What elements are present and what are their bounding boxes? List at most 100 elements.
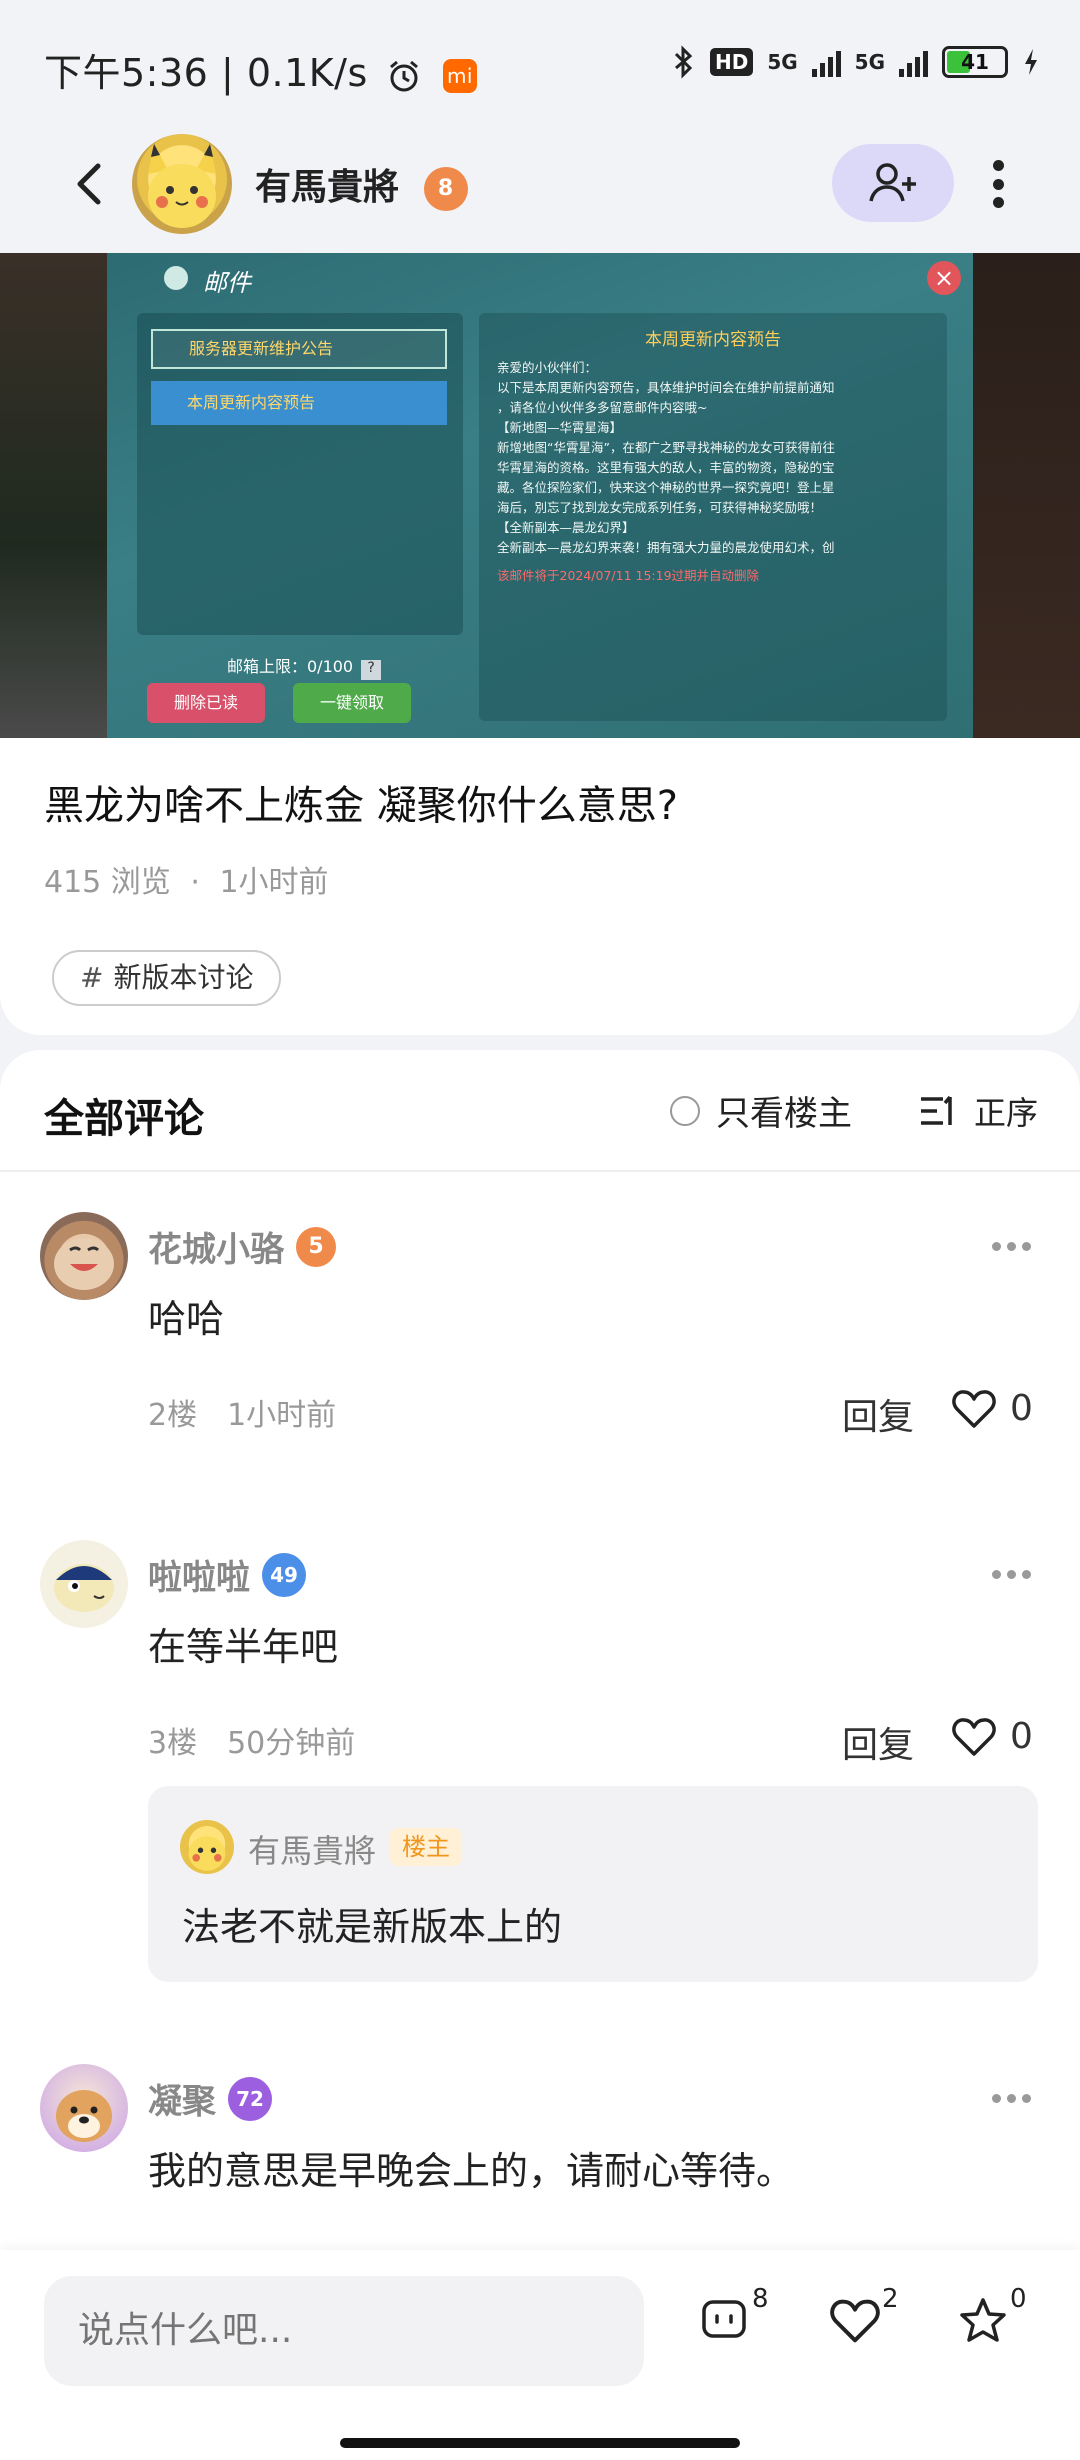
comment-input[interactable] <box>44 2276 644 2386</box>
sort-button[interactable]: 正序 <box>918 1088 1038 1134</box>
comment-time: 50分钟前 <box>227 1726 356 1761</box>
comments-header: 全部评论 只看楼主 正序 <box>0 1050 1080 1172</box>
comment-text: 哈哈 <box>148 1297 225 1341</box>
comment-item: 凝聚 72 我的意思是早晚会上的，请耐心等待。 <box>0 2064 1080 2264</box>
chevron-left-icon <box>77 163 101 205</box>
level-badge: 5 <box>296 1226 336 1267</box>
mail-content-line: 以下是本周更新内容预告，具体维护时间会在维护前提前通知 <box>497 380 835 395</box>
mail-list: 服务器更新维护公告 本周更新内容预告 <box>137 313 463 635</box>
dot-icon <box>992 160 1004 171</box>
dot-icon <box>992 178 1004 190</box>
commenter-name-row[interactable]: 凝聚 72 <box>148 2074 272 2123</box>
mail-content-line: 海后，別忘了找到龙女完成系列任务，可获得神秘奖励哦！ <box>497 500 823 515</box>
mail-content-line: 【全新副本—晨龙幻界】 <box>497 520 635 535</box>
mail-window-icon <box>164 266 188 290</box>
dog-avatar-image <box>56 2090 112 2142</box>
reply-button[interactable]: 回复 <box>842 1716 914 1768</box>
host-badge: 楼主 <box>390 1828 462 1866</box>
comment-more-button[interactable] <box>992 1242 1031 1251</box>
author-name-row[interactable]: 有馬貴將 8 <box>255 158 468 211</box>
comment-text: 我的意思是早晚会上的，请耐心等待。 <box>148 2149 795 2193</box>
post-meta: 415 浏览 · 1小时前 <box>44 865 329 900</box>
hash-icon: # <box>80 961 104 994</box>
status-bar: 下午5:36 | 0.1K/s mi HD 5G 5G 41 <box>0 0 1080 130</box>
sort-icon <box>921 1095 952 1125</box>
mail-content-body: 亲爱的小伙伴们： 以下是本周更新内容预告，具体维护时间会在维护前提前通知 ，请各位小… <box>479 350 947 566</box>
post-image[interactable]: 邮件 × 服务器更新维护公告 本周更新内容预告 邮箱上限：0/100? 删除已读… <box>0 253 1080 738</box>
mail-content-title: 本周更新内容预告 <box>645 330 781 350</box>
sub-reply-avatar <box>180 1820 234 1874</box>
heart-icon <box>952 1389 996 1428</box>
net-speed: 0.1K/s <box>246 51 368 95</box>
comment-count: 8 <box>752 2284 769 2314</box>
topic-tag[interactable]: # 新版本讨论 <box>52 950 282 1006</box>
mail-expire-note: 该邮件将于2024/07/11 15:19过期并自动删除 <box>497 568 760 583</box>
commenter-name: 凝聚 <box>148 2082 216 2122</box>
comments-section: 全部评论 只看楼主 正序 花城小骆 5 哈哈 2楼 1小时前 回复 0 啦啦啦 … <box>0 1050 1080 2460</box>
post-time: 1小时前 <box>219 865 329 900</box>
comment-more-button[interactable] <box>992 1570 1031 1579</box>
like-post-button[interactable]: 2 <box>830 2284 910 2366</box>
like-count: 0 <box>1010 1716 1033 1757</box>
comment-meta: 3楼 50分钟前 <box>148 1718 355 1762</box>
commenter-name-row[interactable]: 啦啦啦 49 <box>148 1550 306 1599</box>
pufferfish-avatar-image <box>54 1564 114 1612</box>
favorite-button[interactable]: 0 <box>958 2284 1038 2366</box>
favorite-count: 0 <box>1010 2284 1027 2314</box>
home-indicator[interactable] <box>340 2438 740 2448</box>
comment-item: 啦啦啦 49 在等半年吧 3楼 50分钟前 回复 0 有馬貴將 楼主 法老不就是新… <box>0 1540 1080 2040</box>
game-mail-window: 邮件 × 服务器更新维护公告 本周更新内容预告 邮箱上限：0/100? 删除已读… <box>107 253 973 738</box>
mail-content-line: ，请各位小伙伴多多留意邮件内容哦~ <box>497 400 708 415</box>
pikachu-avatar-image <box>188 1836 226 1871</box>
like-count: 0 <box>1010 1388 1033 1429</box>
like-count: 2 <box>882 2284 899 2314</box>
signal-label-1: 5G <box>767 50 798 74</box>
author-name: 有馬貴將 <box>255 167 400 208</box>
bottom-action-bar: 8 2 0 <box>0 2250 1080 2460</box>
delete-read-button: 删除已读 <box>147 683 265 723</box>
commenter-avatar[interactable] <box>40 1540 128 1628</box>
comment-meta: 2楼 1小时前 <box>148 1390 336 1434</box>
dot-icon <box>992 197 1004 208</box>
like-button[interactable]: 0 <box>952 1388 1033 1429</box>
commenter-avatar[interactable] <box>40 2064 128 2152</box>
back-button[interactable] <box>60 154 120 214</box>
clock: 下午5:36 <box>44 51 209 95</box>
add-user-icon <box>869 163 916 202</box>
bluetooth-icon <box>674 45 693 79</box>
signal-bars-icon <box>899 47 928 77</box>
post-title: 黑龙为啥不上炼金 凝聚你什么意思? <box>44 783 678 829</box>
signal-bars-icon <box>811 47 841 77</box>
comment-count-button[interactable]: 8 <box>700 2284 780 2366</box>
commenter-avatar[interactable] <box>40 1212 128 1300</box>
cat-avatar-image <box>54 1238 114 1290</box>
signal-label-2: 5G <box>854 50 885 74</box>
pikachu-avatar-image <box>148 144 216 228</box>
mail-item: 服务器更新维护公告 <box>151 329 447 369</box>
follow-button[interactable] <box>832 144 954 222</box>
comment-more-button[interactable] <box>992 2094 1031 2103</box>
only-host-toggle[interactable]: 只看楼主 <box>670 1086 852 1135</box>
close-icon: × <box>927 261 961 295</box>
help-icon: ? <box>361 660 382 680</box>
commenter-name-row[interactable]: 花城小骆 5 <box>148 1222 336 1271</box>
level-badge: 72 <box>228 2076 272 2121</box>
comments-title: 全部评论 <box>44 1096 204 1142</box>
view-count: 415 浏览 <box>44 865 171 900</box>
commenter-name: 啦啦啦 <box>148 1558 250 1598</box>
reply-button[interactable]: 回复 <box>842 1388 914 1440</box>
mailbox-limit: 邮箱上限：0/100? <box>227 653 382 680</box>
mail-content: 本周更新内容预告 亲爱的小伙伴们： 以下是本周更新内容预告，具体维护时间会在维护前… <box>479 313 947 721</box>
more-options-button[interactable] <box>980 154 1016 214</box>
sub-reply[interactable]: 有馬貴將 楼主 法老不就是新版本上的 <box>148 1786 1038 1982</box>
mail-item-selected: 本周更新内容预告 <box>151 381 447 425</box>
alarm-icon <box>390 60 419 91</box>
battery-icon: 41 <box>942 46 1008 78</box>
author-avatar[interactable] <box>132 134 232 234</box>
like-button[interactable]: 0 <box>952 1716 1033 1757</box>
comment-text: 在等半年吧 <box>148 1625 339 1669</box>
mail-window-title: 邮件 <box>203 269 251 297</box>
heart-icon <box>830 2299 880 2343</box>
radio-icon <box>670 1095 700 1126</box>
heart-icon <box>952 1717 996 1756</box>
